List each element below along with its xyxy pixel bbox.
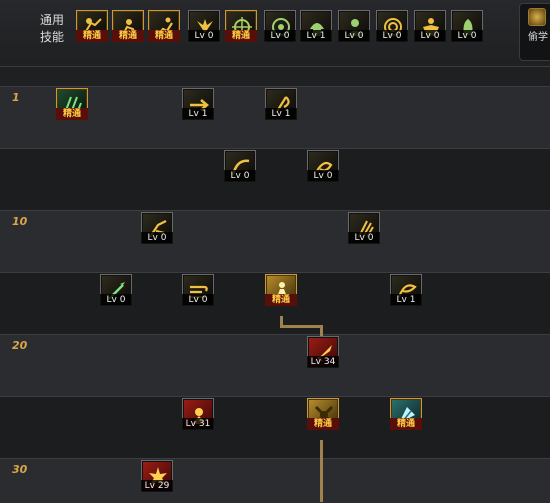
tree-skill-green-rune[interactable]: 精通 <box>56 88 88 120</box>
tree-row <box>0 148 550 211</box>
tree-skill-golden-storm[interactable]: 精通 <box>307 398 339 430</box>
level-label-30: 30 <box>12 463 28 476</box>
tree-row <box>0 396 550 459</box>
common-skill-crouch-warrior[interactable]: 精通 <box>112 10 144 42</box>
skill-level-badge: Lv 0 <box>348 232 380 244</box>
steal-skill-label: 偷学 <box>528 32 548 43</box>
skill-level-badge: Lv 31 <box>182 418 214 430</box>
tree-row <box>0 334 550 397</box>
skill-level-badge: 精通 <box>56 108 88 120</box>
skill-level-badge: 精通 <box>265 294 297 306</box>
tree-skill-leaping-strike[interactable]: Lv 0 <box>141 212 173 244</box>
tree-connector <box>280 325 323 328</box>
common-skills-label: 通用技能 <box>39 13 64 44</box>
common-skill-crosshair[interactable]: 精通 <box>225 10 257 42</box>
skill-level-badge: Lv 0 <box>182 294 214 306</box>
tree-skill-dash-arrow[interactable]: Lv 1 <box>182 88 214 120</box>
common-skill-ghost-figure[interactable]: Lv 0 <box>451 10 483 42</box>
tree-row <box>0 458 550 503</box>
skill-level-badge: Lv 0 <box>141 232 173 244</box>
skill-level-badge: Lv 1 <box>182 108 214 120</box>
skill-level-badge: Lv 0 <box>338 30 370 42</box>
skill-level-badge: Lv 0 <box>376 30 408 42</box>
skill-level-badge: Lv 0 <box>414 30 446 42</box>
common-skill-scroll-reader[interactable]: 精通 <box>76 10 108 42</box>
tree-skill-spiral-slash[interactable]: Lv 0 <box>307 150 339 182</box>
skill-level-badge: Lv 34 <box>307 356 339 368</box>
common-skill-helmet-soldier[interactable]: Lv 1 <box>300 10 332 42</box>
tree-skill-scythe[interactable]: Lv 1 <box>265 88 297 120</box>
tree-skill-red-fury[interactable]: Lv 31 <box>182 398 214 430</box>
skill-level-badge: Lv 0 <box>307 170 339 182</box>
common-skill-running-figure[interactable]: 精通 <box>148 10 180 42</box>
skill-level-badge: Lv 0 <box>100 294 132 306</box>
tree-skill-ice-shard[interactable]: 精通 <box>390 398 422 430</box>
common-skill-muscle-figure[interactable]: Lv 0 <box>414 10 446 42</box>
tree-skill-whirlwind[interactable]: Lv 1 <box>390 274 422 306</box>
skill-level-badge: Lv 0 <box>264 30 296 42</box>
skill-level-badge: 精通 <box>307 418 339 430</box>
common-skill-swirl-orb[interactable]: Lv 0 <box>376 10 408 42</box>
tree-skill-wind-rush[interactable]: Lv 0 <box>182 274 214 306</box>
skill-level-badge: Lv 1 <box>265 108 297 120</box>
level-label-20: 20 <box>12 339 28 352</box>
skill-level-badge: Lv 0 <box>188 30 220 42</box>
level-label-10: 10 <box>12 215 28 228</box>
tree-skill-slash-arc[interactable]: Lv 0 <box>224 150 256 182</box>
common-skill-wings[interactable]: Lv 0 <box>188 10 220 42</box>
skill-level-badge: Lv 1 <box>300 30 332 42</box>
common-skills-bar: 通用技能 精通 精通 精通 Lv 0 精通 Lv 0 Lv 1 Lv 0 Lv 0 Lv 0 Lv … <box>0 0 550 67</box>
skill-level-badge: Lv 0 <box>224 170 256 182</box>
tree-row <box>0 210 550 273</box>
tree-skill-triple-claw[interactable]: Lv 0 <box>348 212 380 244</box>
skill-level-badge: Lv 1 <box>390 294 422 306</box>
skill-level-badge: 精通 <box>76 30 108 42</box>
tree-skill-green-spear[interactable]: Lv 0 <box>100 274 132 306</box>
skill-level-badge: Lv 29 <box>141 480 173 492</box>
steal-skill-panel[interactable]: 偷学 <box>519 3 550 61</box>
skill-level-badge: Lv 0 <box>451 30 483 42</box>
skill-level-badge: 精通 <box>148 30 180 42</box>
skill-tree: 1 10 20 30 精通 Lv 1 Lv 1 Lv 0 Lv 0 Lv 0 Lv 0 Lv … <box>0 66 550 503</box>
skill-level-badge: 精通 <box>390 418 422 430</box>
level-label-1: 1 <box>12 91 20 104</box>
steal-skill-icon <box>528 8 546 26</box>
tree-connector <box>320 440 323 502</box>
skill-level-badge: 精通 <box>112 30 144 42</box>
common-skill-soldier-bust[interactable]: Lv 0 <box>338 10 370 42</box>
common-skill-target-reticle[interactable]: Lv 0 <box>264 10 296 42</box>
tree-skill-red-explosion[interactable]: Lv 29 <box>141 460 173 492</box>
tree-skill-golden-warrior[interactable]: 精通 <box>265 274 297 306</box>
skill-level-badge: 精通 <box>225 30 257 42</box>
tree-skill-red-blade[interactable]: Lv 34 <box>307 336 339 368</box>
skill-tree-window: 通用技能 精通 精通 精通 Lv 0 精通 Lv 0 Lv 1 Lv 0 Lv 0 Lv 0 Lv … <box>0 0 550 503</box>
